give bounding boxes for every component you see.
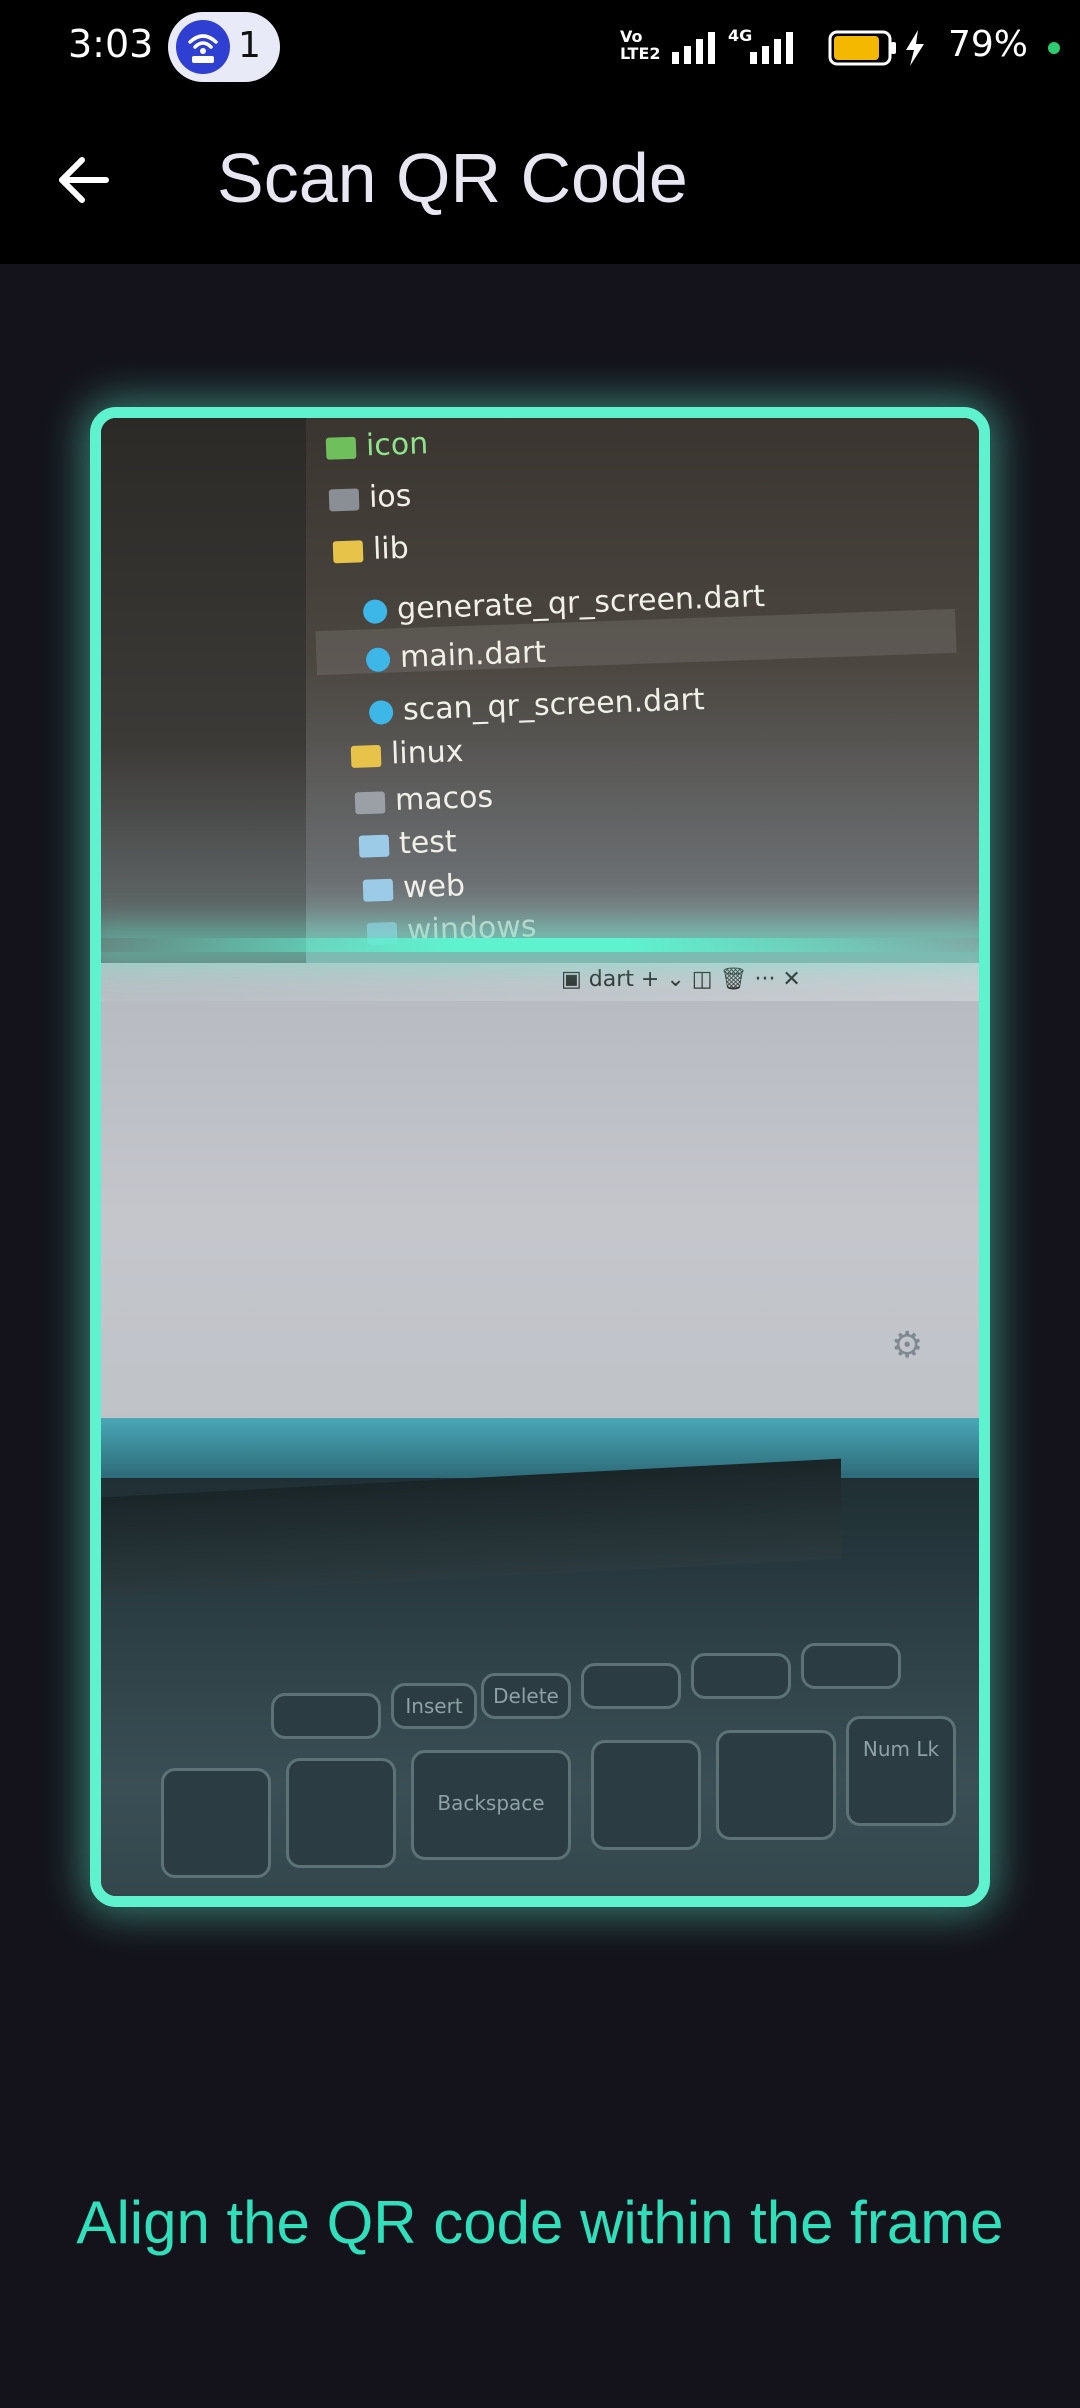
scanner-frame: icon ios lib generate_qr_screen.dart mai…	[90, 407, 990, 1907]
camera-file-main-row: main.dart	[365, 635, 547, 676]
status-time: 3:03	[68, 22, 154, 66]
camera-key-star	[581, 1663, 681, 1709]
camera-key-slash	[691, 1653, 791, 1699]
camera-folder-ios-row: ios	[328, 479, 412, 517]
camera-ide-sidebar	[101, 418, 306, 963]
privacy-indicator-dot	[1048, 42, 1060, 54]
camera-terminal-panel	[101, 1001, 979, 1431]
status-bar: 3:03 1 Vo LTE2 4G 79%	[0, 0, 1080, 96]
camera-folder-web-row: web	[362, 868, 466, 907]
camera-key-equals	[286, 1758, 396, 1868]
hotspot-icon	[176, 20, 230, 74]
camera-key-plus	[591, 1740, 701, 1850]
camera-folder-lib-row: lib	[332, 531, 409, 569]
camera-key-numlock: Num Lk	[846, 1716, 956, 1826]
volte-indicator: Vo LTE2	[620, 27, 661, 63]
camera-key-delete: Delete	[481, 1673, 571, 1719]
page-title: Scan QR Code	[217, 139, 688, 217]
scan-instruction: Align the QR code within the frame	[76, 2189, 1004, 2256]
camera-key-dash	[161, 1768, 271, 1878]
camera-key-prtsc	[271, 1693, 381, 1739]
camera-folder-linux-row: linux	[350, 734, 464, 773]
camera-key-insert: Insert	[391, 1683, 477, 1729]
charging-icon	[906, 30, 924, 66]
camera-preview: icon ios lib generate_qr_screen.dart mai…	[101, 418, 979, 1896]
hotspot-notification-pill[interactable]: 1	[168, 12, 280, 82]
status-icons: Vo LTE2 4G 79%	[600, 0, 1080, 96]
camera-folder-icon-row: icon	[325, 426, 429, 465]
camera-folder-test-row: test	[358, 824, 457, 862]
signal-icon	[672, 32, 715, 64]
arrow-left-icon	[59, 157, 109, 203]
battery-percent: 79%	[948, 24, 1029, 65]
battery-icon	[828, 30, 896, 66]
camera-screen-edge	[101, 1418, 979, 1478]
camera-gear-icon: ⚙	[891, 1325, 924, 1366]
scan-line	[101, 938, 979, 952]
notification-count: 1	[238, 25, 261, 66]
back-button[interactable]	[44, 140, 124, 220]
camera-key-power	[801, 1643, 901, 1689]
camera-terminal-label: ▣ dart + ⌄ ◫ 🗑 ··· ✕	[561, 967, 801, 992]
camera-key-minus	[716, 1730, 836, 1840]
app-bar: Scan QR Code	[0, 96, 1080, 264]
signal-icon-2	[750, 32, 793, 64]
camera-key-backspace: Backspace	[411, 1750, 571, 1860]
camera-folder-macos-row: macos	[354, 780, 494, 820]
network-4g-label: 4G	[728, 26, 753, 45]
camera-terminal-toolbar: ▣ dart + ⌄ ◫ 🗑 ··· ✕	[101, 963, 979, 1001]
